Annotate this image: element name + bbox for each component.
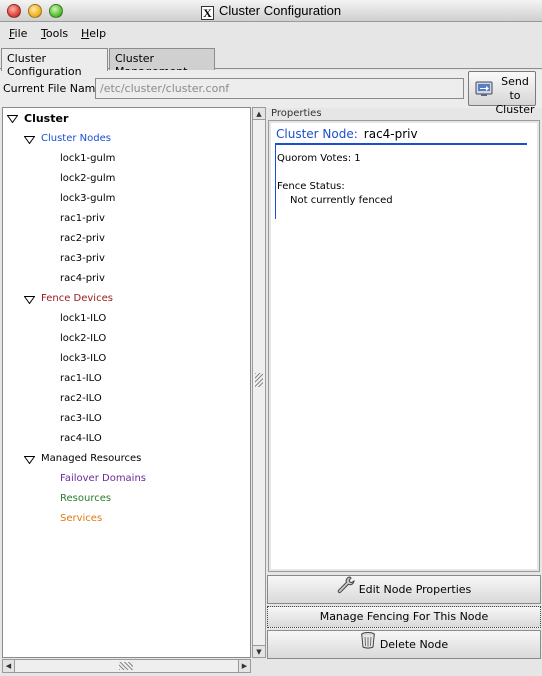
tree-failover-domains[interactable]: Failover Domains: [60, 473, 146, 484]
wrench-icon: [337, 576, 355, 604]
tab-strip: Cluster Configuration Cluster Management: [0, 47, 542, 78]
tree-cluster-nodes[interactable]: Cluster Nodes: [41, 133, 111, 144]
tree-node-rac1-priv[interactable]: rac1-priv: [60, 213, 105, 224]
quorum-votes: Quorom Votes: 1: [277, 153, 361, 164]
tree-managed-resources[interactable]: Managed Resources: [41, 453, 141, 464]
current-file-label: Current File Name:: [3, 82, 106, 95]
cluster-tree: Cluster Cluster Nodes lock1-gulm lock2-g…: [2, 107, 251, 658]
window-title-wrap: X Cluster Configuration: [0, 3, 542, 20]
edit-node-properties-label: Edit Node Properties: [358, 583, 472, 596]
cluster-configuration-window: X Cluster Configuration File Tools Help C…: [0, 0, 542, 676]
collapse-cluster-icon[interactable]: [7, 115, 18, 123]
collapse-fence-devices-icon[interactable]: [24, 296, 35, 304]
scroll-right-arrow-icon[interactable]: ▶: [238, 660, 250, 672]
tree-fence-rac3-ilo[interactable]: rac3-ILO: [60, 413, 102, 424]
collapse-managed-resources-icon[interactable]: [24, 456, 35, 464]
properties-label: Properties: [271, 108, 322, 119]
tree-fence-rac2-ilo[interactable]: rac2-ILO: [60, 393, 102, 404]
tree-services[interactable]: Services: [60, 513, 102, 524]
tree-fence-lock1-ilo[interactable]: lock1-ILO: [60, 313, 106, 324]
tree-resources[interactable]: Resources: [60, 493, 111, 504]
tab-cluster-management[interactable]: Cluster Management: [109, 48, 215, 78]
tree-fence-devices[interactable]: Fence Devices: [41, 293, 113, 304]
send-to-cluster-label: Send to Cluster: [495, 75, 535, 116]
menu-help[interactable]: Help: [81, 27, 106, 40]
send-to-cluster-button[interactable]: Send to Cluster: [468, 71, 536, 116]
splitter-grip-icon[interactable]: [255, 373, 263, 387]
node-key: Cluster Node:: [276, 127, 358, 141]
fence-status-label: Fence Status:: [277, 181, 345, 192]
node-header: Cluster Node: rac4-priv: [276, 127, 418, 141]
menu-file[interactable]: File: [9, 27, 27, 40]
delete-node-label: Delete Node: [379, 638, 449, 651]
tree-fence-rac1-ilo[interactable]: rac1-ILO: [60, 373, 102, 384]
scroll-left-arrow-icon[interactable]: ◀: [3, 660, 15, 672]
tree-vertical-scrollbar[interactable]: ▲ ▼: [252, 107, 266, 658]
properties-panel: Cluster Node: rac4-priv Quorom Votes: 1 F…: [268, 120, 540, 572]
tree-node-lock3-gulm[interactable]: lock3-gulm: [60, 193, 115, 204]
tree-node-rac4-priv[interactable]: rac4-priv: [60, 273, 105, 284]
window-title: Cluster Configuration: [218, 3, 342, 18]
fence-status-value: Not currently fenced: [290, 195, 393, 206]
scroll-up-arrow-icon[interactable]: ▲: [253, 108, 265, 120]
x11-icon: X: [200, 6, 214, 20]
send-to-cluster-icon: [475, 81, 493, 100]
tree-fence-lock3-ilo[interactable]: lock3-ILO: [60, 353, 106, 364]
edit-node-properties-button[interactable]: Edit Node Properties: [267, 575, 541, 604]
manage-fencing-label: Manage Fencing For This Node: [319, 610, 489, 623]
header-left-rule: [275, 144, 276, 219]
delete-node-button[interactable]: Delete Node: [267, 630, 541, 659]
properties-content: Cluster Node: rac4-priv Quorom Votes: 1 F…: [271, 123, 537, 569]
title-bar: X Cluster Configuration: [0, 0, 542, 22]
manage-fencing-button[interactable]: Manage Fencing For This Node: [267, 606, 541, 628]
tree-node-lock2-gulm[interactable]: lock2-gulm: [60, 173, 115, 184]
node-value: rac4-priv: [363, 127, 418, 141]
tree-root-cluster[interactable]: Cluster: [24, 112, 68, 125]
tree-fence-rac4-ilo[interactable]: rac4-ILO: [60, 433, 102, 444]
tree-node-lock1-gulm[interactable]: lock1-gulm: [60, 153, 115, 164]
scroll-down-arrow-icon[interactable]: ▼: [253, 645, 265, 657]
tree-horizontal-scrollbar[interactable]: ◀ ▶: [2, 659, 251, 673]
tree-node-rac3-priv[interactable]: rac3-priv: [60, 253, 105, 264]
menu-bar: File Tools Help: [0, 23, 542, 45]
header-rule: [275, 143, 527, 145]
tree-node-rac2-priv[interactable]: rac2-priv: [60, 233, 105, 244]
current-file-field[interactable]: [95, 78, 464, 99]
trash-icon: [360, 631, 376, 659]
tree-fence-lock2-ilo[interactable]: lock2-ILO: [60, 333, 106, 344]
menu-tools[interactable]: Tools: [41, 27, 68, 40]
hscroll-grip-icon[interactable]: [119, 662, 133, 670]
collapse-cluster-nodes-icon[interactable]: [24, 136, 35, 144]
tab-cluster-configuration[interactable]: Cluster Configuration: [1, 48, 108, 78]
